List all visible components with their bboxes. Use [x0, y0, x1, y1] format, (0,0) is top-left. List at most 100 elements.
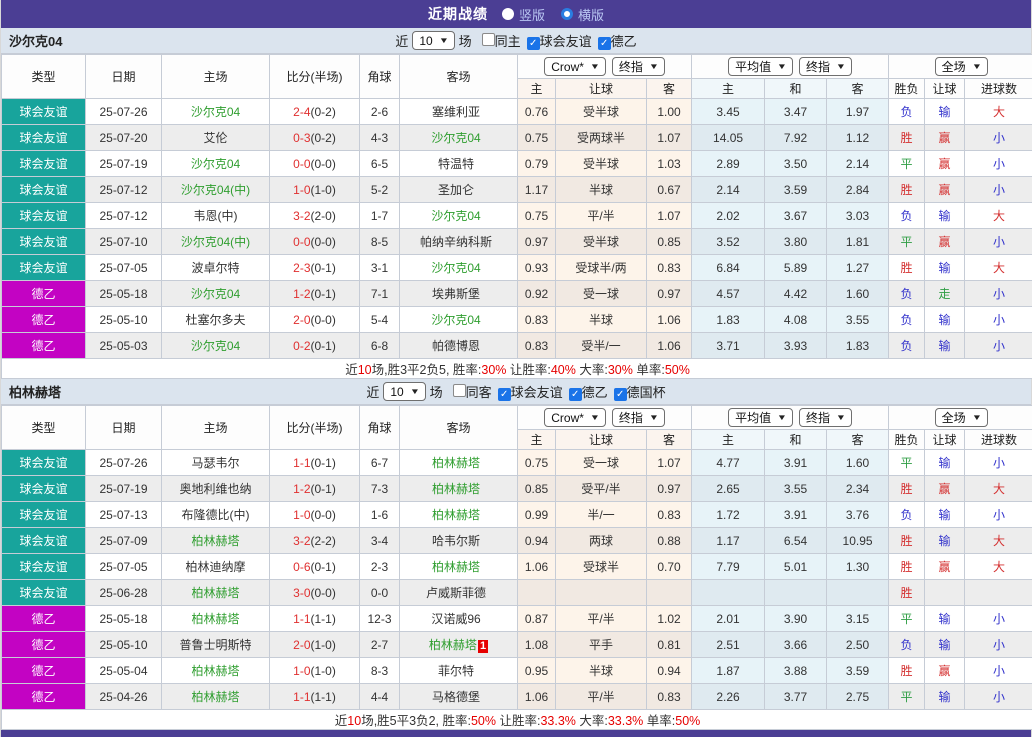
- score-cell: 1-2(0-1): [269, 280, 360, 307]
- score-cell: 1-0(0-0): [269, 501, 360, 528]
- avg-home-odds: [691, 579, 766, 606]
- home-team-cell: 杜塞尔多夫: [161, 306, 270, 333]
- result-outcome: 负: [888, 332, 926, 359]
- home-team: 柏林迪纳摩: [185, 560, 246, 574]
- goals-outcome: 小: [964, 631, 1032, 658]
- avg-away-odds: 1.27: [826, 254, 890, 281]
- crow-odds-stage-select[interactable]: 终指 ▼: [611, 57, 665, 76]
- home-team-cell: 奥地利维也纳: [161, 475, 270, 502]
- checkbox-checked-icon[interactable]: ✓: [526, 37, 540, 50]
- crow-home-odds: 0.85: [517, 475, 556, 502]
- col-goals: 进球数: [964, 78, 1032, 99]
- avg-odds-stage-select[interactable]: 终指 ▼: [799, 57, 852, 76]
- crow-home-odds: 0.93: [517, 254, 556, 281]
- match-date: 25-07-19: [85, 475, 162, 502]
- col-crow-handicap: 让球: [555, 78, 647, 99]
- handicap-outcome: 赢: [924, 176, 966, 203]
- score-halftime: (0-0): [310, 507, 336, 522]
- bookmaker-select[interactable]: Crow* ▼: [544, 408, 606, 427]
- bottom-accent-bar: [1, 730, 1031, 737]
- crow-home-odds: 0.83: [517, 332, 556, 359]
- score-fulltime: 1-0: [293, 507, 311, 522]
- match-count-select[interactable]: 10 ▼: [383, 382, 426, 401]
- score-fulltime: 1-2: [293, 481, 311, 496]
- col-avg-away: 客: [826, 78, 890, 99]
- result-outcome: 平: [888, 150, 926, 177]
- summary-stat-label: 单率:: [643, 714, 676, 728]
- score-cell: 1-0(1-0): [269, 176, 360, 203]
- checkbox-unchecked-icon[interactable]: [481, 33, 495, 46]
- score-cell: 3-2(2-0): [269, 202, 360, 229]
- col-avg-draw: 和: [764, 429, 828, 450]
- match-type-badge: 球会友谊: [1, 150, 86, 177]
- layout-radio-option[interactable]: 竖版: [501, 5, 545, 24]
- checkbox-unchecked-icon[interactable]: [452, 384, 466, 397]
- handicap-line: 受半/一: [555, 332, 647, 359]
- checkbox-label[interactable]: 德乙: [611, 34, 637, 49]
- crow-home-odds: 1.17: [517, 176, 556, 203]
- result-outcome: 胜: [888, 254, 926, 281]
- match-date: 25-05-04: [85, 657, 162, 684]
- filter-checkbox-group: 同主 ✓ 球会友谊 ✓ 德乙: [476, 31, 637, 50]
- match-type-badge: 德乙: [1, 280, 86, 307]
- results-body: 球会友谊 25-07-26 马瑟韦尔 1-1(0-1) 6-7 柏林赫塔 0.7…: [1, 449, 1032, 710]
- home-team-cell: 柏林赫塔: [161, 605, 270, 632]
- score-halftime: (2-2): [310, 533, 336, 548]
- avg-away-odds: 1.97: [826, 98, 890, 125]
- handicap-outcome: 赢: [924, 475, 966, 502]
- result-outcome: 负: [888, 501, 926, 528]
- layout-radio-selected[interactable]: 横版: [561, 5, 604, 24]
- scope-group-header: 全场 ▼: [888, 54, 1032, 79]
- bookmaker-value: Crow*: [551, 410, 584, 425]
- checkbox-label[interactable]: 同主: [495, 34, 521, 49]
- team-name: 沙尔克04: [9, 34, 63, 49]
- home-team: 沙尔克04: [190, 287, 241, 301]
- scope-select[interactable]: 全场 ▼: [934, 408, 988, 427]
- home-team-cell: 沙尔克04: [161, 280, 270, 307]
- checkbox-label[interactable]: 德国杯: [627, 385, 666, 400]
- match-date: 25-06-28: [85, 579, 162, 606]
- bookmaker-select[interactable]: Crow* ▼: [544, 57, 606, 76]
- checkbox-label[interactable]: 德乙: [582, 385, 608, 400]
- avg-away-odds: 3.76: [826, 501, 890, 528]
- match-date: 25-05-03: [85, 332, 162, 359]
- corner-count: 3-4: [359, 527, 400, 554]
- score-cell: 1-1(0-1): [269, 449, 360, 476]
- home-team: 沙尔克04(中): [180, 235, 251, 249]
- home-team-cell: 柏林赫塔: [161, 527, 270, 554]
- checkbox-checked-icon[interactable]: ✓: [613, 388, 627, 401]
- radio-icon[interactable]: [501, 8, 514, 20]
- home-team: 波卓尔特: [191, 261, 240, 275]
- match-row: 球会友谊 25-07-20 艾伦 0-3(0-2) 4-3 沙尔克04 0.75…: [1, 124, 1032, 151]
- handicap-line: 半球: [555, 657, 647, 684]
- avg-odds-stage-select[interactable]: 终指 ▼: [799, 408, 852, 427]
- avg-source-select[interactable]: 平均值 ▼: [728, 408, 794, 427]
- scope-select[interactable]: 全场 ▼: [934, 57, 988, 76]
- avg-home-odds: 2.01: [691, 605, 766, 632]
- avg-source-select[interactable]: 平均值 ▼: [728, 57, 794, 76]
- checkbox-label[interactable]: 球会友谊: [511, 385, 563, 400]
- checkbox-checked-icon[interactable]: ✓: [597, 37, 611, 50]
- match-row: 德乙 25-05-04 柏林赫塔 1-0(1-0) 8-3 菲尔特 0.95 半…: [1, 657, 1032, 684]
- match-count-select[interactable]: 10 ▼: [412, 31, 455, 50]
- home-team: 韦恩(中): [193, 209, 238, 223]
- avg-draw-odds: 5.01: [764, 553, 828, 580]
- checkbox-checked-icon[interactable]: ✓: [568, 388, 582, 401]
- col-crow-home: 主: [517, 78, 556, 99]
- crow-odds-stage-select[interactable]: 终指 ▼: [611, 408, 665, 427]
- match-date: 25-07-12: [85, 202, 162, 229]
- checkbox-checked-icon[interactable]: ✓: [497, 388, 511, 401]
- checkbox-label[interactable]: 同客: [466, 385, 492, 400]
- radio-icon[interactable]: [561, 8, 573, 20]
- away-team: 马格德堡: [431, 690, 480, 704]
- avg-away-odds: [826, 579, 890, 606]
- summary-stat-label: 大率:: [575, 363, 608, 377]
- handicap-line: 受半球: [555, 228, 647, 255]
- near-label: 近: [395, 34, 409, 49]
- col-handicap-result: 让球: [924, 429, 966, 450]
- match-count-value: 10: [390, 384, 404, 399]
- match-type-badge: 球会友谊: [1, 579, 86, 606]
- checkbox-label[interactable]: 球会友谊: [540, 34, 592, 49]
- summary-row: 近10场,胜3平2负5, 胜率:30% 让胜率:40% 大率:30% 单率:50…: [0, 358, 1032, 379]
- crow-away-odds: 0.97: [645, 280, 693, 307]
